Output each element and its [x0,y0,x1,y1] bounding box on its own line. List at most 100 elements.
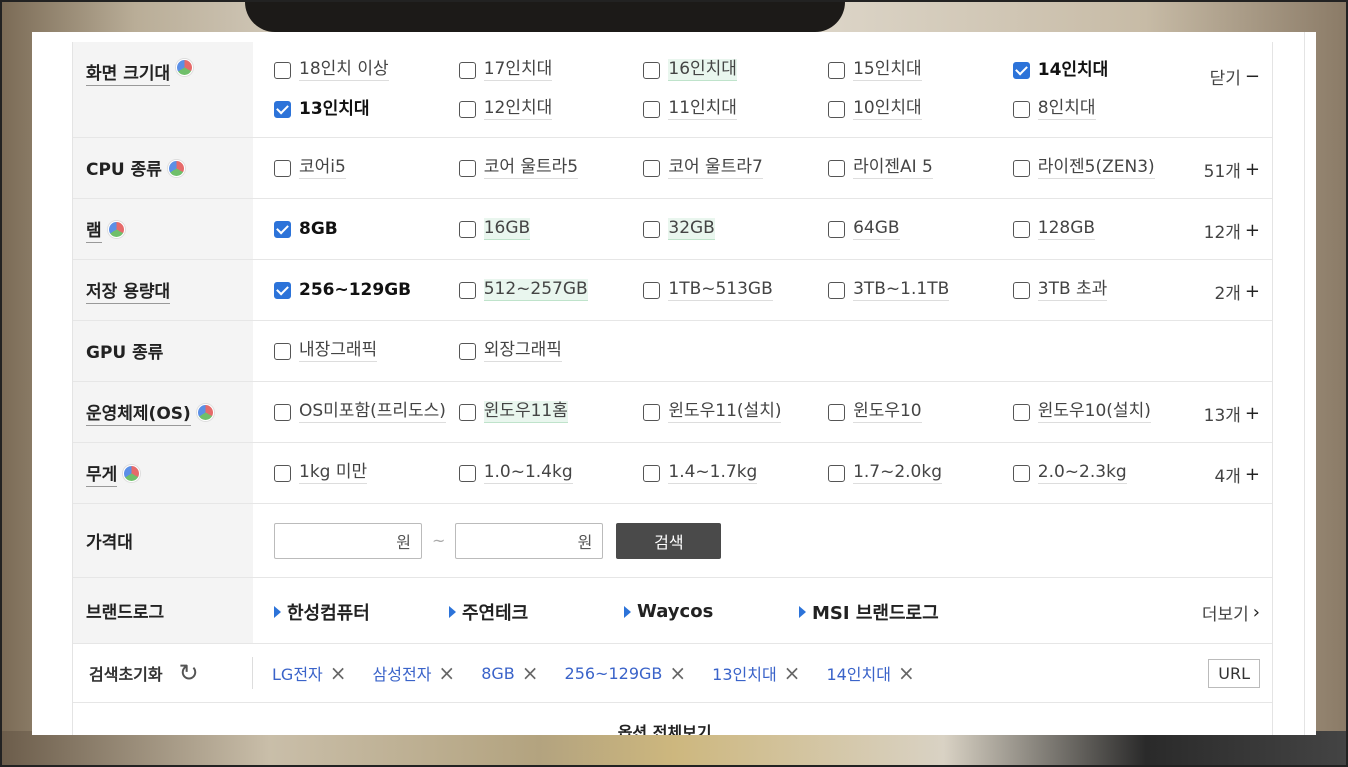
checkbox[interactable] [643,100,661,118]
pie-chart-icon[interactable] [176,59,194,76]
filter-option[interactable]: 라이젠5(ZEN3) [1012,149,1198,188]
checkbox[interactable] [458,342,476,360]
checkbox[interactable] [458,464,476,482]
checkbox[interactable] [643,220,661,238]
checkbox[interactable] [828,403,846,421]
checkbox[interactable] [1012,281,1030,299]
filter-option[interactable]: 15인치대 [828,51,1013,90]
filter-option[interactable]: 512~257GB [458,271,644,310]
filter-option[interactable]: 1kg 미만 [274,454,459,493]
filter-option[interactable]: 16GB [458,210,644,249]
checkbox[interactable] [458,220,476,238]
checkbox[interactable] [643,403,661,421]
more-options-button[interactable]: 51개 + [1204,157,1260,182]
filter-option[interactable]: 윈도우11홈 [458,393,644,432]
pie-chart-icon[interactable] [167,159,185,177]
pie-chart-icon[interactable] [196,403,214,421]
checkbox[interactable] [274,220,291,238]
checkbox[interactable] [1012,464,1030,482]
brand-link[interactable]: Waycos [624,601,799,622]
close-icon[interactable]: × [784,661,801,685]
filter-option[interactable]: 32GB [643,210,828,249]
pie-chart-icon[interactable] [123,464,141,482]
filter-option[interactable]: 외장그래픽 [458,332,644,371]
filter-option[interactable]: 3TB 초과 [1012,271,1198,310]
brand-link[interactable]: 주연테크 [449,599,624,625]
filter-option[interactable]: 11인치대 [643,90,828,129]
checkbox[interactable] [1012,61,1030,79]
filter-option[interactable]: 코어 울트라7 [643,149,828,188]
checkbox[interactable] [1012,100,1030,118]
checkbox[interactable] [458,403,476,421]
filter-option[interactable]: 8인치대 [1012,90,1198,129]
filter-option[interactable]: 코어i5 [274,149,459,188]
filter-option[interactable]: 3TB~1.1TB [828,271,1013,310]
checkbox[interactable] [828,220,846,238]
collapse-button[interactable]: 닫기 − [1210,64,1260,89]
close-icon[interactable]: × [330,661,347,685]
close-icon[interactable]: × [522,661,539,685]
filter-option[interactable]: 1.7~2.0kg [828,454,1013,493]
brand-link[interactable]: 한성컴퓨터 [274,599,449,625]
filter-label[interactable]: 무게 [86,460,118,487]
checkbox[interactable] [1012,159,1030,177]
filter-option[interactable]: 13인치대 [274,90,459,129]
checkbox[interactable] [458,61,476,79]
checkbox[interactable] [458,281,476,299]
filter-option[interactable]: 1.0~1.4kg [458,454,644,493]
filter-option[interactable]: 256~129GB [274,271,459,310]
all-options-toggle[interactable]: 옵션 전체보기 ⌄ [73,703,1272,735]
checkbox[interactable] [828,61,846,79]
more-options-button[interactable]: 2개 + [1214,279,1260,304]
filter-option[interactable]: 10인치대 [828,90,1013,129]
filter-option[interactable]: 14인치대 [1012,51,1198,90]
more-options-button[interactable]: 4개 + [1214,462,1260,487]
checkbox[interactable] [274,159,291,177]
filter-option[interactable]: 윈도우11(설치) [643,393,828,432]
filter-option[interactable]: 윈도우10(설치) [1012,393,1198,432]
filter-option[interactable]: 라이젠AI 5 [828,149,1013,188]
filter-option[interactable]: 코어 울트라5 [458,149,644,188]
url-button[interactable]: URL [1208,658,1260,688]
filter-option[interactable]: 윈도우10 [828,393,1013,432]
checkbox[interactable] [274,464,291,482]
more-options-button[interactable]: 12개 + [1204,218,1260,243]
refresh-icon[interactable]: ↻ [179,659,199,687]
checkbox[interactable] [274,403,291,421]
checkbox[interactable] [1012,403,1030,421]
close-icon[interactable]: × [669,661,686,685]
price-max-input[interactable]: 원 [455,522,604,559]
filter-option[interactable]: 1.4~1.7kg [643,454,828,493]
price-search-button[interactable]: 검색 [616,522,722,559]
checkbox[interactable] [274,61,291,79]
checkbox[interactable] [458,159,476,177]
close-icon[interactable]: × [438,661,455,685]
reset-label[interactable]: 검색초기화 [89,661,163,685]
checkbox[interactable] [643,61,661,79]
checkbox[interactable] [1012,220,1030,238]
filter-label[interactable]: 램 [86,216,102,243]
checkbox[interactable] [828,281,846,299]
filter-option[interactable]: 16인치대 [643,51,828,90]
checkbox[interactable] [274,342,291,360]
filter-option[interactable]: 18인치 이상 [274,51,459,90]
checkbox[interactable] [828,159,846,177]
filter-label[interactable]: GPU 종류 [86,338,163,364]
more-options-button[interactable]: 13개 + [1204,401,1260,426]
checkbox[interactable] [828,464,846,482]
checkbox[interactable] [274,100,291,118]
filter-option[interactable]: 12인치대 [458,90,644,129]
price-min-input[interactable]: 원 [274,522,422,559]
checkbox[interactable] [643,281,661,299]
filter-option[interactable]: 17인치대 [458,51,644,90]
pie-chart-icon[interactable] [107,220,125,238]
checkbox[interactable] [274,281,291,299]
filter-option[interactable]: 128GB [1012,210,1198,249]
filter-option[interactable]: 8GB [274,210,459,249]
brand-link[interactable]: MSI 브랜드로그 [799,599,939,625]
filter-option[interactable]: 2.0~2.3kg [1012,454,1198,493]
filter-option[interactable]: 내장그래픽 [274,332,459,371]
checkbox[interactable] [643,159,661,177]
filter-label[interactable]: 화면 크기대 [86,59,171,86]
filter-label[interactable]: 운영체제(OS) [86,399,191,426]
